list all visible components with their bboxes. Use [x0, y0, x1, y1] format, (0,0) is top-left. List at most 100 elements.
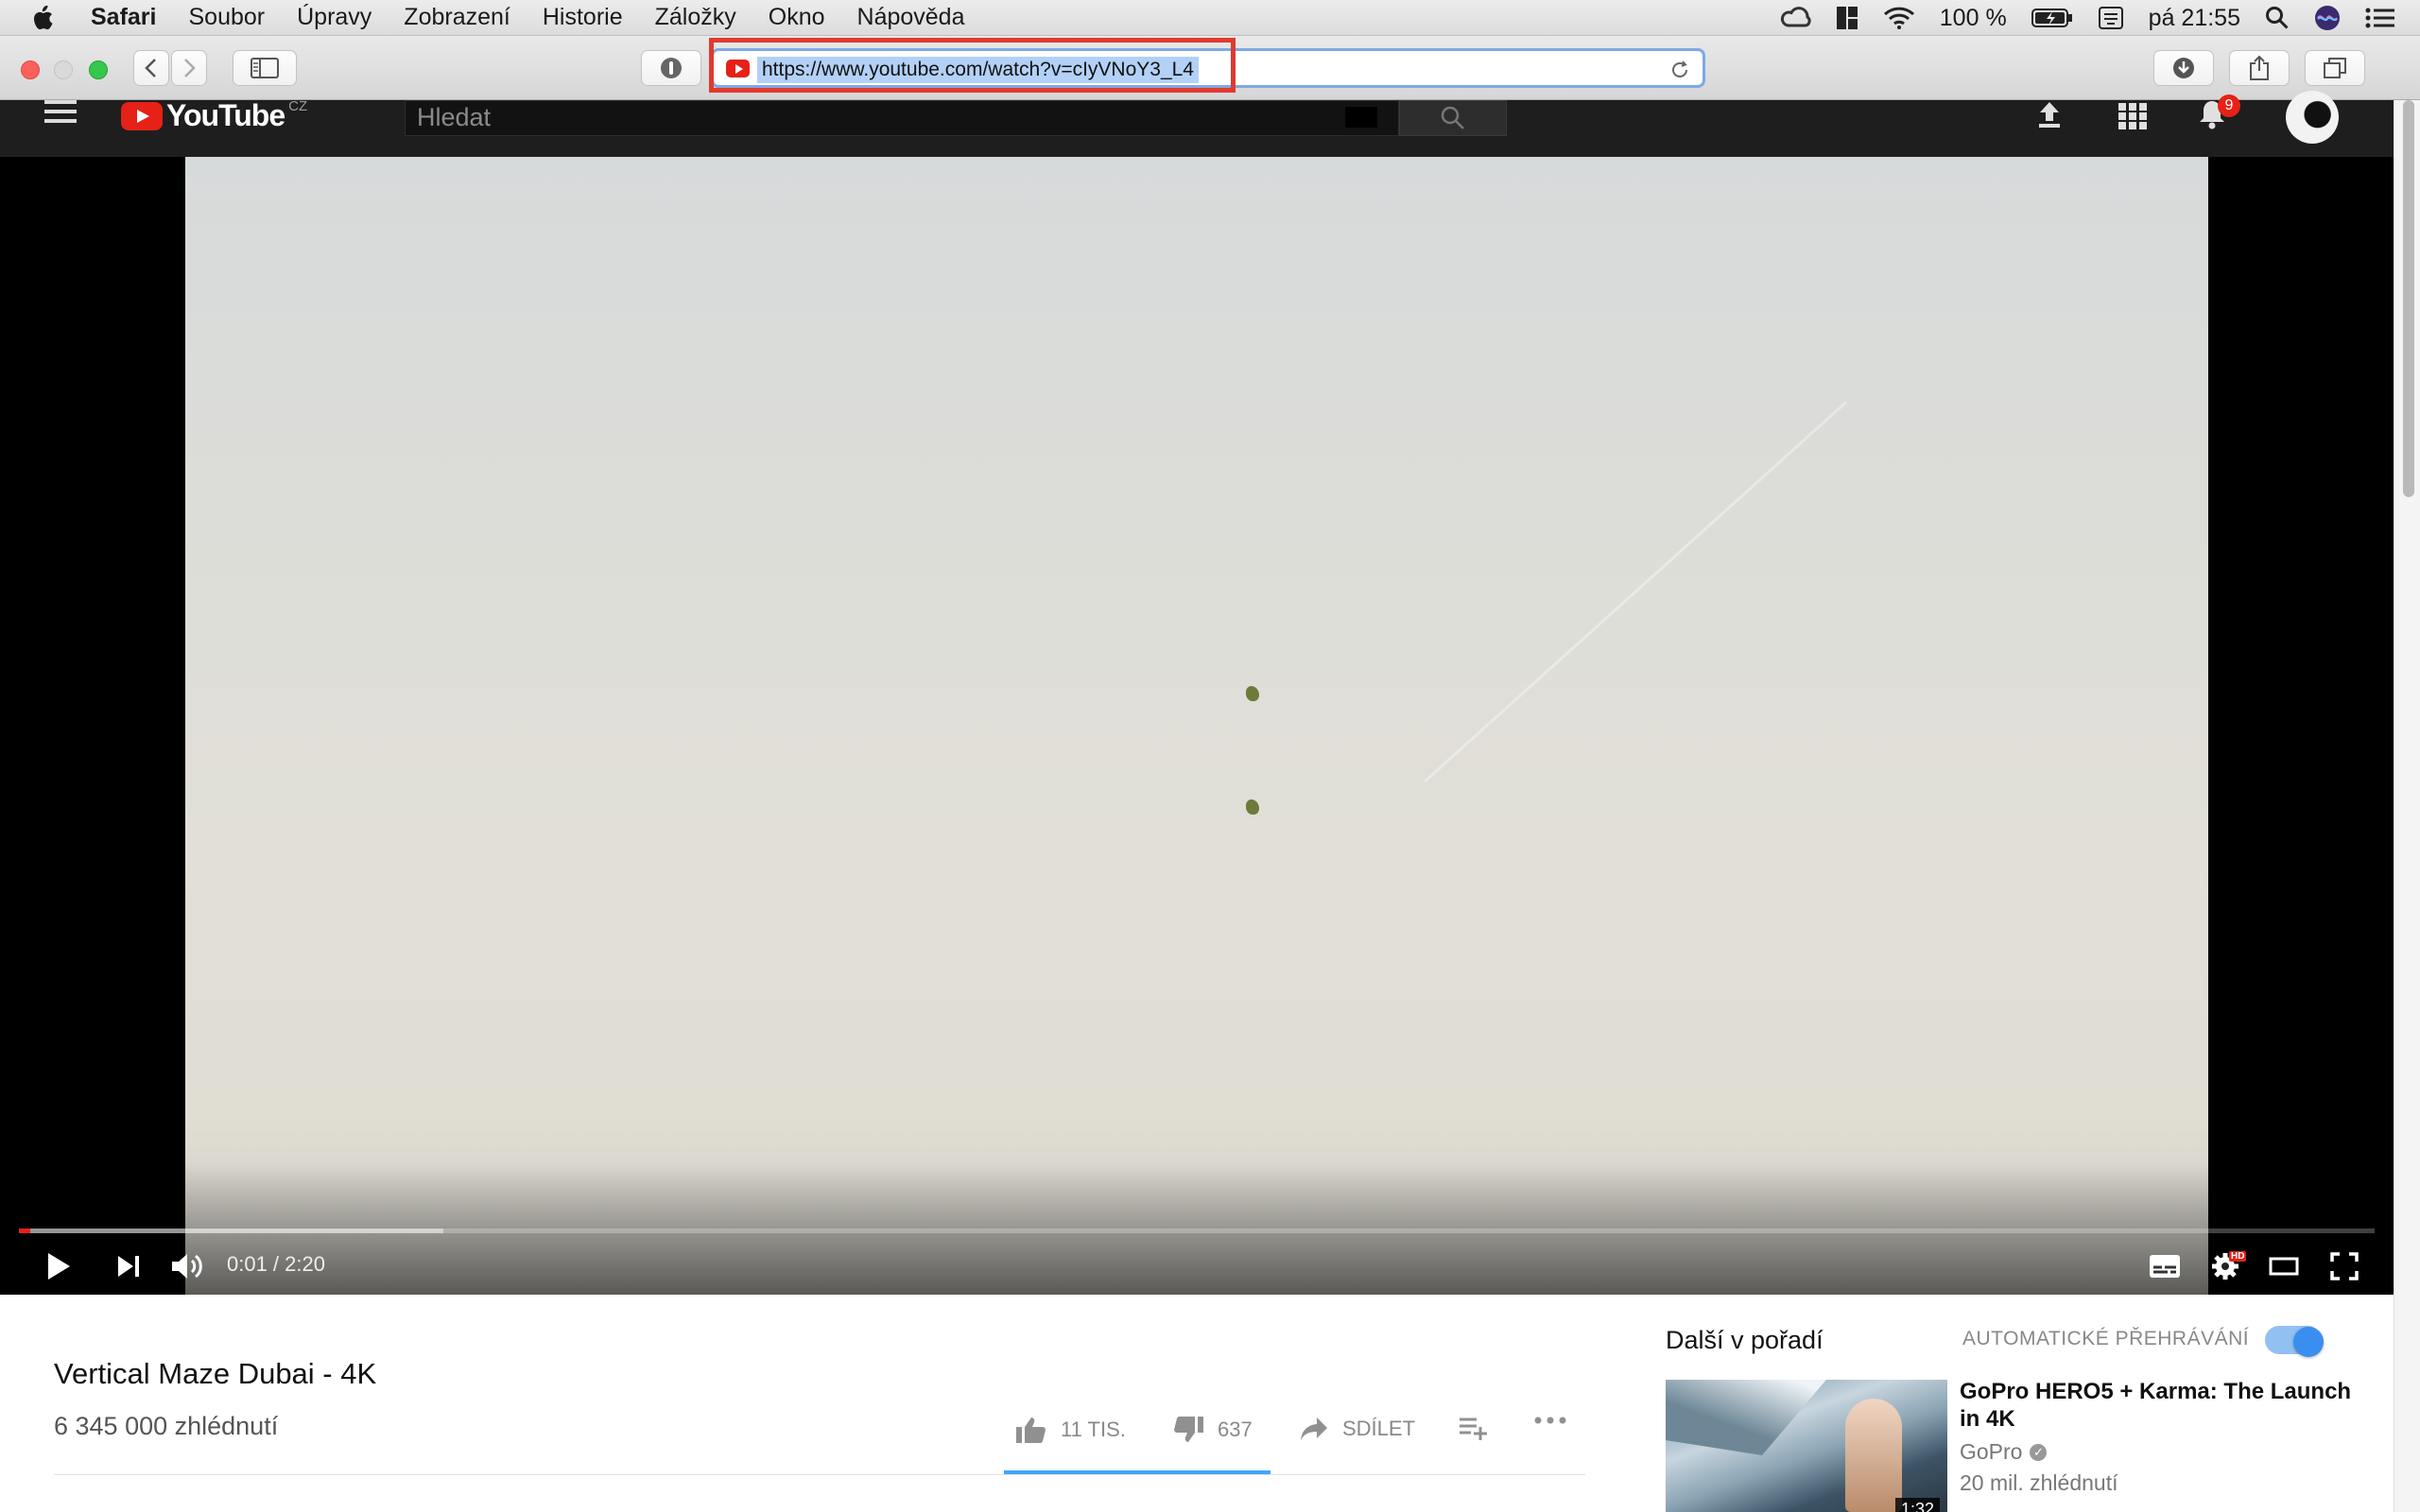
play-icon	[48, 1253, 70, 1280]
recommended-channel[interactable]: GoPro ✓	[1960, 1439, 2048, 1465]
share-video-button[interactable]: SDÍLET	[1299, 1416, 1415, 1442]
upload-icon[interactable]	[2034, 100, 2065, 133]
skydiver	[1246, 686, 1259, 701]
menu-zalozky[interactable]: Záložky	[655, 4, 736, 31]
more-horizontal-icon	[1534, 1417, 1566, 1424]
back-button[interactable]	[133, 50, 169, 86]
keyboard-icon[interactable]	[2098, 6, 2124, 30]
like-count: 11 TIS.	[1061, 1418, 1126, 1441]
keyboard-input-icon[interactable]	[1345, 107, 1377, 128]
smoke-trail	[1424, 401, 1847, 783]
search-icon	[1441, 106, 1464, 129]
share-icon	[2250, 55, 2269, 80]
shield-icon	[661, 58, 682, 78]
chevron-left-icon	[145, 59, 156, 77]
wifi-icon[interactable]	[1883, 7, 1915, 29]
skip-next-icon	[118, 1256, 139, 1277]
skydiver	[1246, 799, 1259, 815]
youtube-masthead: YouTube CZ Hledat 9	[0, 91, 2394, 157]
recommended-video-title[interactable]: GoPro HERO5 + Karma: The Launch in 4K	[1960, 1378, 2357, 1433]
up-next-heading: Další v pořadí	[1666, 1326, 1824, 1354]
status-area: 100 % pá 21:55	[1779, 0, 2395, 36]
apple-menu-icon[interactable]	[32, 5, 79, 30]
autoplay-toggle[interactable]	[2265, 1326, 2324, 1357]
toggle-knob	[2293, 1327, 2324, 1357]
fullscreen-button[interactable]	[2325, 1249, 2363, 1283]
dashboard-icon[interactable]	[1836, 6, 1858, 30]
window-close-button[interactable]	[21, 60, 40, 79]
tab-overview-button[interactable]	[2305, 50, 2365, 86]
thumbnail-mountain	[1666, 1380, 1826, 1455]
youtube-logo[interactable]: YouTube CZ	[121, 98, 307, 133]
thumbnail-person	[1845, 1399, 1902, 1512]
privacy-extension-button[interactable]	[641, 50, 701, 86]
add-to-playlist-button[interactable]	[1458, 1416, 1488, 1440]
verified-check-icon: ✓	[2030, 1443, 2048, 1461]
buffered-bar	[19, 1228, 443, 1233]
country-code: CZ	[288, 98, 308, 114]
more-actions-button[interactable]	[1533, 1416, 1567, 1425]
search-input[interactable]: Hledat	[405, 100, 1399, 136]
forward-button[interactable]	[171, 50, 207, 86]
battery-icon[interactable]	[2031, 8, 2073, 28]
battery-percent: 100 %	[1939, 4, 2007, 31]
sidebar-toggle-button[interactable]	[233, 50, 297, 86]
menu-historie[interactable]: Historie	[543, 4, 623, 31]
spotlight-icon[interactable]	[2265, 6, 2290, 30]
notification-count-badge: 9	[2218, 94, 2240, 117]
share-button[interactable]	[2229, 50, 2290, 86]
time-display: 0:01 / 2:20	[227, 1252, 325, 1276]
search-placeholder: Hledat	[417, 103, 492, 131]
sidebar-icon	[251, 58, 279, 78]
downloads-button[interactable]	[2153, 50, 2214, 86]
menu-okno[interactable]: Okno	[769, 4, 825, 31]
menu-soubor[interactable]: Soubor	[188, 4, 265, 31]
siri-icon[interactable]	[2314, 5, 2341, 31]
recommended-view-count: 20 mil. zhlédnutí	[1960, 1470, 2118, 1495]
theater-mode-button[interactable]	[2265, 1249, 2303, 1283]
window-minimize-button[interactable]	[54, 60, 73, 79]
progress-bar[interactable]	[19, 1228, 2375, 1233]
view-count: 6 345 000 zhlédnutí	[54, 1412, 279, 1440]
thumbs-down-icon	[1174, 1417, 1203, 1442]
dislike-button[interactable]: 637	[1172, 1416, 1253, 1444]
video-title: Vertical Maze Dubai - 4K	[54, 1357, 377, 1390]
like-button[interactable]: 11 TIS.	[1015, 1416, 1126, 1444]
video-frame[interactable]	[185, 157, 2208, 1295]
play-button[interactable]	[42, 1249, 76, 1283]
search-button[interactable]	[1399, 100, 1507, 136]
menu-napoveda[interactable]: Nápověda	[857, 4, 965, 31]
scroll-thumb[interactable]	[2403, 100, 2414, 497]
theater-icon	[2269, 1257, 2299, 1276]
hamburger-menu-icon[interactable]	[44, 100, 77, 125]
apps-grid-icon[interactable]	[2118, 102, 2148, 135]
page-scrollbar[interactable]	[2394, 100, 2420, 1512]
divider	[54, 1474, 1585, 1475]
menu-app-safari[interactable]: Safari	[91, 4, 156, 31]
reload-icon[interactable]	[1668, 59, 1691, 86]
video-duration: 1:32	[1894, 1498, 1940, 1512]
video-player[interactable]: 0:01 / 2:20 HD	[0, 157, 2394, 1295]
avatar[interactable]	[2286, 91, 2339, 144]
menu-zobrazeni[interactable]: Zobrazení	[404, 4, 510, 31]
share-label: SDÍLET	[1342, 1417, 1416, 1440]
channel-name: GoPro	[1960, 1439, 2023, 1464]
youtube-wordmark: YouTube	[166, 98, 285, 132]
notification-center-icon[interactable]	[2365, 7, 2395, 29]
creative-cloud-icon[interactable]	[1779, 7, 1811, 29]
recommended-thumbnail[interactable]: 1:32	[1666, 1380, 1947, 1512]
next-button[interactable]	[112, 1249, 146, 1283]
fullscreen-icon	[2330, 1252, 2359, 1280]
subtitles-icon	[2150, 1255, 2180, 1278]
dislike-count: 637	[1218, 1418, 1253, 1441]
youtube-play-logo-icon	[121, 101, 163, 130]
subtitles-button[interactable]	[2146, 1249, 2184, 1283]
menubar-clock[interactable]: pá 21:55	[2149, 5, 2240, 32]
played-bar	[19, 1228, 31, 1233]
window-zoom-button[interactable]	[89, 60, 108, 79]
volume-button[interactable]	[168, 1249, 206, 1283]
chevron-right-icon	[184, 59, 196, 77]
download-icon	[2173, 58, 2194, 78]
menu-upravy[interactable]: Úpravy	[297, 4, 372, 31]
autoplay-label: AUTOMATICKÉ PŘEHRÁVÁNÍ	[1962, 1328, 2250, 1349]
